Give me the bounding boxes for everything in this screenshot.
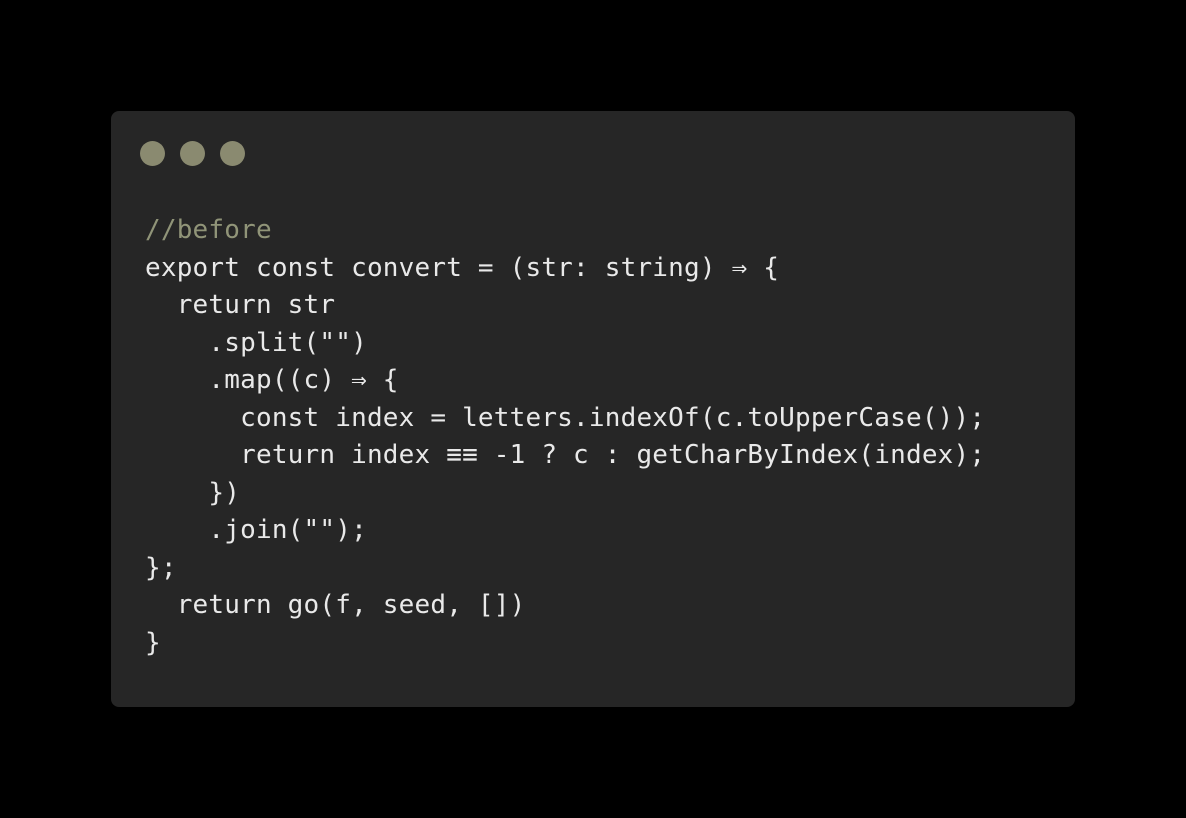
code-line: export const convert = (str: string) ⇒ { [145,252,780,283]
screenshot-canvas: //before export const convert = (str: str… [0,0,1186,818]
code-line: }) [145,477,241,508]
window-controls [140,141,245,166]
code-line: return go(f, seed, []) [145,590,526,620]
code-line: return str [145,290,336,320]
close-dot-icon[interactable] [140,141,165,166]
code-block: //before export const convert = (str: str… [145,212,985,662]
minimize-dot-icon[interactable] [180,141,205,166]
code-line: }; [145,552,177,583]
code-line: .map((c) ⇒ { [145,365,399,395]
code-window: //before export const convert = (str: str… [111,111,1075,707]
code-line: .join(""); [145,515,367,545]
code-line: } [145,627,161,658]
code-line-comment: //before [145,215,272,245]
code-line: .split("") [145,327,367,358]
code-line: return index ≡≡ -1 ? c : getCharByIndex(… [145,440,986,470]
code-line: const index = letters.indexOf(c.toUpperC… [145,402,986,433]
maximize-dot-icon[interactable] [220,141,245,166]
